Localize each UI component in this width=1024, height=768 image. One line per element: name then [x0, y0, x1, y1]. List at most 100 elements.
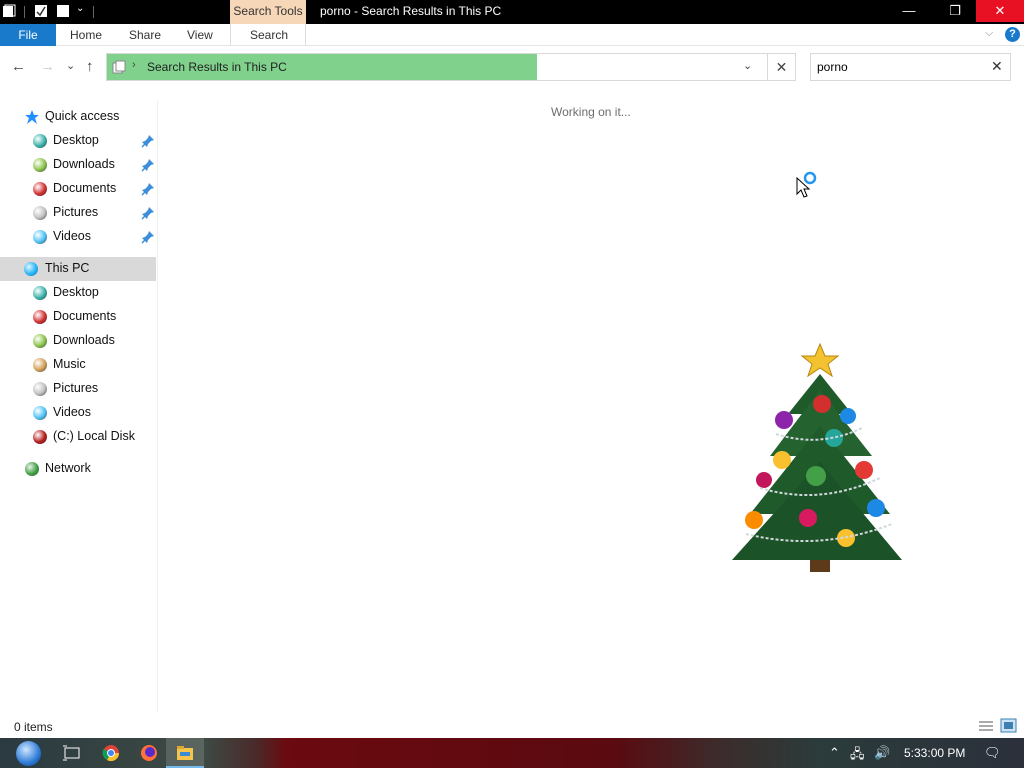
clock[interactable]: 5:33:00 PM — [904, 746, 965, 760]
local-disk-icon — [33, 430, 47, 444]
new-folder-icon[interactable] — [56, 4, 70, 18]
desktop-icon — [33, 134, 47, 148]
navigation-pane: Quick access Desktop Downloads Documents Pi… — [0, 100, 157, 712]
help-icon[interactable]: ? — [1005, 27, 1020, 42]
restore-icon: ❐ — [949, 3, 961, 18]
action-center-icon[interactable]: 🗨 — [984, 745, 1001, 761]
network-icon — [25, 462, 39, 476]
nav-label: Network — [45, 461, 91, 475]
nav-item-music[interactable]: Music — [0, 353, 156, 377]
volume-icon[interactable]: 🔊 — [874, 745, 890, 761]
nav-item-desktop[interactable]: Desktop — [0, 281, 156, 305]
search-box[interactable]: porno ✕ — [810, 53, 1011, 81]
start-button[interactable] — [4, 738, 48, 768]
pinned-icon[interactable] — [141, 206, 155, 220]
pinned-icon[interactable] — [141, 158, 155, 172]
status-bar: 0 items — [0, 716, 1024, 738]
this-pc-icon — [24, 262, 38, 276]
nav-item-downloads[interactable]: Downloads — [0, 329, 156, 353]
taskbar-file-explorer[interactable] — [166, 738, 204, 768]
search-input[interactable]: porno — [817, 60, 848, 74]
downloads-icon — [33, 334, 47, 348]
nav-item-videos[interactable]: Videos — [0, 401, 156, 425]
breadcrumb-search-results[interactable]: Search Results in This PC — [147, 60, 287, 74]
recent-locations-button[interactable]: ⌄ — [66, 59, 75, 72]
nav-item-c-local-disk[interactable]: (C:) Local Disk — [0, 425, 156, 449]
videos-icon — [33, 406, 47, 420]
show-hidden-icons-icon[interactable]: ⌃ — [829, 745, 840, 761]
taskbar-chrome[interactable] — [92, 738, 130, 768]
item-count: 0 items — [14, 720, 53, 734]
tab-share[interactable]: Share — [129, 24, 161, 46]
tab-search[interactable]: Search — [250, 24, 288, 46]
busy-cursor-icon — [796, 171, 817, 198]
large-icons-view-icon[interactable] — [1000, 718, 1017, 733]
task-view-button[interactable] — [54, 738, 92, 768]
nav-item-documents[interactable]: Documents — [0, 305, 156, 329]
breadcrumb-chevron-icon[interactable]: › — [132, 59, 136, 71]
taskbar: ⌃ 🖧 🔊 5:33:00 PM 🗨 — [0, 738, 1024, 768]
documents-icon — [33, 310, 47, 324]
nav-label: This PC — [45, 261, 90, 275]
nav-label: Pictures — [53, 381, 99, 395]
nav-label: Quick access — [45, 109, 120, 123]
desktop-icon — [33, 286, 47, 300]
stop-search-button[interactable]: ✕ — [767, 53, 796, 81]
search-results-icon — [112, 60, 126, 74]
properties-icon[interactable] — [34, 4, 48, 18]
toolbar-separator — [24, 6, 25, 18]
title-bar[interactable]: ⌄ Search Tools porno - Search Results in… — [0, 0, 1024, 24]
nav-label: Pictures — [53, 205, 99, 219]
star-icon — [25, 110, 39, 124]
back-button[interactable]: ← — [11, 58, 26, 75]
nav-item-documents[interactable]: Documents — [0, 177, 156, 201]
windows-start-icon — [16, 741, 41, 766]
tab-home[interactable]: Home — [70, 24, 102, 46]
tab-file[interactable]: File — [0, 24, 56, 46]
up-button[interactable]: ↑ — [86, 58, 94, 75]
nav-this-pc[interactable]: This PC — [0, 257, 156, 281]
tab-view[interactable]: View — [187, 24, 213, 46]
firefox-icon — [141, 745, 157, 761]
nav-label: Desktop — [53, 133, 99, 147]
pane-divider[interactable] — [157, 100, 158, 712]
minimize-button[interactable]: — — [886, 0, 932, 22]
music-icon — [33, 358, 47, 372]
details-view-icon[interactable] — [978, 719, 994, 733]
pinned-icon[interactable] — [141, 182, 155, 196]
pinned-icon[interactable] — [141, 230, 155, 244]
nav-label: Desktop — [53, 285, 99, 299]
documents-icon — [33, 182, 47, 196]
close-button[interactable]: ✕ — [976, 0, 1024, 22]
expand-ribbon-icon[interactable]: ⌵ — [985, 27, 993, 40]
pinned-icon[interactable] — [141, 134, 155, 148]
nav-label: (C:) Local Disk — [53, 429, 135, 443]
forward-button[interactable]: → — [40, 58, 55, 75]
tab-search-container: Search — [230, 24, 306, 46]
customize-toolbar-icon[interactable]: ⌄ — [76, 3, 84, 14]
nav-quick-access[interactable]: Quick access — [0, 105, 156, 129]
clear-search-icon[interactable]: ✕ — [991, 58, 1003, 75]
videos-icon — [33, 230, 47, 244]
nav-item-pictures[interactable]: Pictures — [0, 201, 156, 225]
search-status-message: Working on it... — [551, 105, 631, 119]
network-tray-icon[interactable]: 🖧 — [850, 745, 865, 767]
pictures-icon — [33, 382, 47, 396]
pictures-icon — [33, 206, 47, 220]
taskbar-firefox[interactable] — [130, 738, 168, 768]
nav-item-videos[interactable]: Videos — [0, 225, 156, 249]
maximize-button[interactable]: ❐ — [932, 0, 978, 22]
nav-label: Documents — [53, 181, 117, 195]
address-bar[interactable]: › Search Results in This PC ⌄ — [106, 53, 796, 81]
close-icon: ✕ — [994, 3, 1006, 18]
downloads-icon — [33, 158, 47, 172]
nav-item-pictures[interactable]: Pictures — [0, 377, 156, 401]
search-tools-contextual-tab[interactable]: Search Tools — [230, 0, 306, 24]
nav-item-downloads[interactable]: Downloads — [0, 153, 156, 177]
explorer-app-icon[interactable] — [2, 4, 16, 18]
address-history-dropdown[interactable]: ⌄ — [743, 59, 752, 72]
nav-item-desktop[interactable]: Desktop — [0, 129, 156, 153]
nav-label: Downloads — [53, 157, 115, 171]
window-title: porno - Search Results in This PC — [320, 4, 502, 18]
nav-network[interactable]: Network — [0, 457, 156, 481]
